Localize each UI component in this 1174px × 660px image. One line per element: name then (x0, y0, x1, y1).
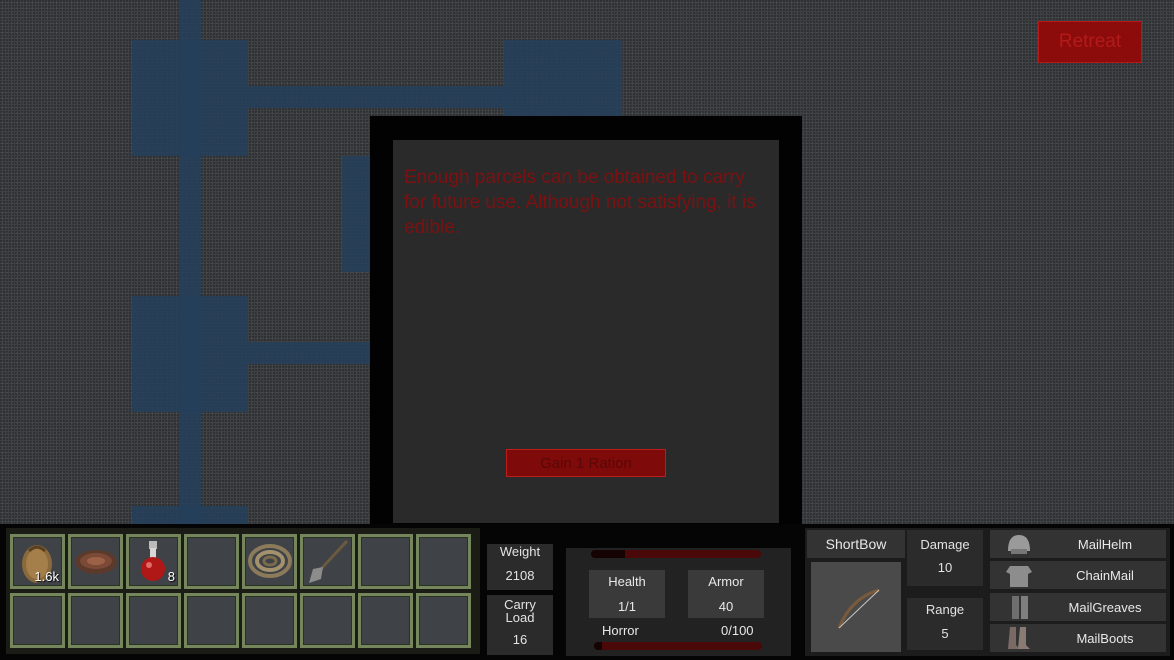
armor-box: Armor 40 (688, 570, 764, 618)
character-status: Health 1/1 Armor 40 Horror 0/100 (566, 548, 791, 656)
rope-icon (248, 544, 292, 578)
inventory-slot-shovel[interactable] (300, 534, 355, 589)
range-label: Range (925, 602, 965, 617)
inventory-slot-empty[interactable] (416, 534, 471, 589)
event-dialog: Enough parcels can be obtained to carry … (370, 116, 802, 546)
shovel-icon (309, 539, 349, 583)
dungeon-room[interactable] (132, 506, 248, 524)
dungeon-room[interactable] (132, 40, 248, 156)
inventory-slot-empty[interactable] (184, 534, 239, 589)
retreat-button[interactable]: Retreat (1038, 21, 1142, 63)
range-value: 5 (941, 626, 949, 641)
boots-icon (1008, 627, 1030, 649)
horror-label: Horror (602, 623, 639, 638)
bottom-hud: 1.6k 8 Weight 2108 Carry Load 16 Health … (0, 524, 1174, 660)
bow-icon (837, 588, 880, 629)
dialog-panel: Enough parcels can be obtained to carry … (393, 140, 779, 523)
health-label: Health (608, 574, 646, 589)
inventory-slot-empty[interactable] (416, 593, 471, 648)
meat-icon (75, 550, 117, 574)
item-count: 1.6k (34, 569, 59, 584)
dungeon-room[interactable] (342, 156, 370, 272)
inventory-slot-empty[interactable] (242, 593, 297, 648)
armor-item-name: MailGreaves (1068, 600, 1142, 615)
health-box: Health 1/1 (589, 570, 665, 618)
armor-item-name: MailHelm (1077, 537, 1133, 552)
armor-item-mailhelm[interactable]: MailHelm (990, 530, 1166, 558)
item-count: 8 (167, 569, 175, 584)
dungeon-room[interactable] (504, 40, 622, 116)
inventory-slot-empty[interactable] (68, 593, 123, 648)
damage-label: Damage (920, 537, 970, 552)
armor-value: 40 (718, 599, 734, 614)
horror-value: 0/100 (721, 623, 754, 638)
gain-ration-button[interactable]: Gain 1 Ration (506, 449, 666, 477)
weight-value: 2108 (505, 568, 535, 583)
inventory-slot-potion[interactable]: 8 (126, 534, 181, 589)
armor-item-chainmail[interactable]: ChainMail (990, 561, 1166, 589)
inventory-slot-empty[interactable] (126, 593, 181, 648)
armor-label: Armor (708, 574, 744, 589)
armor-item-mailboots[interactable]: MailBoots (990, 624, 1166, 652)
armor-item-name: MailBoots (1076, 631, 1134, 646)
health-bar (591, 550, 761, 558)
greaves-icon (1012, 596, 1028, 619)
dungeon-room[interactable] (132, 296, 248, 412)
chainmail-icon (1006, 566, 1032, 587)
inventory-slot-grain-sack[interactable]: 1.6k (10, 534, 65, 589)
dialog-message: Enough parcels can be obtained to carry … (404, 167, 756, 238)
armor-panel: MailHelm ChainMail MailGreaves MailBoots (987, 528, 1170, 656)
inventory-slot-empty[interactable] (10, 593, 65, 648)
inventory-grid: 1.6k 8 (6, 528, 480, 654)
inventory-slot-empty[interactable] (358, 593, 413, 648)
weapon-slot[interactable] (811, 562, 901, 652)
carry-load-box: Carry Load 16 (487, 595, 553, 655)
range-box: Range 5 (907, 598, 983, 650)
weapon-panel: ShortBow Damage 10 Range 5 (805, 528, 987, 656)
horror-bar-fill (594, 642, 603, 650)
inventory-slot-empty[interactable] (358, 534, 413, 589)
inventory-slot-empty[interactable] (184, 593, 239, 648)
corridor (248, 342, 370, 364)
armor-item-name: ChainMail (1076, 568, 1134, 583)
damage-box: Damage 10 (907, 530, 983, 586)
armor-item-mailgreaves[interactable]: MailGreaves (990, 593, 1166, 621)
weapon-name: ShortBow (807, 530, 905, 558)
inventory-slot-empty[interactable] (300, 593, 355, 648)
corridor (248, 86, 506, 108)
weight-box: Weight 2108 (487, 544, 553, 590)
carry-load-value: 16 (512, 632, 528, 647)
damage-value: 10 (937, 560, 953, 575)
horror-bar (594, 642, 762, 650)
inventory-slot-rope[interactable] (242, 534, 297, 589)
health-value: 1/1 (617, 599, 637, 614)
health-bar-fill (591, 550, 625, 558)
carry-load-label: Carry Load (504, 597, 536, 625)
helmet-icon (1008, 535, 1030, 554)
weight-label: Weight (499, 544, 541, 559)
inventory-slot-meat[interactable] (68, 534, 123, 589)
